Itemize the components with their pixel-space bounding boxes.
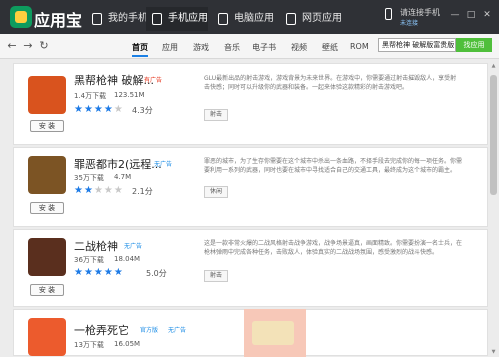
app-icon-3[interactable]: [28, 238, 66, 276]
refresh-icon[interactable]: ↻: [38, 40, 50, 52]
search-button[interactable]: 找应用: [456, 38, 492, 52]
app-size: 123.51M: [114, 91, 145, 99]
cat-rom[interactable]: ROM: [350, 42, 369, 51]
rating-stars: ★★★★★: [74, 104, 124, 115]
rating-score: 2.1分: [132, 187, 153, 196]
ad-badge: 无广告: [124, 243, 143, 250]
connect-phone-icon[interactable]: [385, 8, 392, 20]
app-title: 应用宝: [34, 11, 83, 30]
back-icon[interactable]: ←: [6, 40, 18, 52]
app-size: 18.04M: [114, 255, 141, 263]
app-name[interactable]: 二战枪神: [74, 238, 118, 254]
scrollbar-thumb[interactable]: [490, 75, 497, 195]
ad-badge: 无广告: [154, 161, 173, 168]
app-logo-icon: [10, 6, 32, 28]
phone-apps-icon: [152, 13, 162, 25]
download-count: 36万下载: [74, 256, 104, 264]
close-icon[interactable]: ✕: [482, 10, 492, 20]
app-icon-4[interactable]: [28, 318, 66, 356]
tab-my-phone[interactable]: 我的手机: [86, 7, 148, 31]
category-tag[interactable]: 休闲: [204, 186, 229, 198]
app-name[interactable]: 罪恶都市2(远程...: [74, 156, 162, 172]
rating-score: 4.3分: [132, 106, 153, 115]
tab-phone-apps[interactable]: 手机应用: [146, 7, 208, 31]
connect-phone-status: 未连接: [400, 20, 419, 27]
tab-my-phone-label: 我的手机: [108, 13, 148, 24]
tab-pc-apps-label: 电脑应用: [234, 13, 274, 24]
download-count: 1.4万下载: [74, 92, 107, 100]
ad-badge: 有广告: [144, 77, 163, 84]
scroll-down-icon[interactable]: ▼: [490, 349, 497, 355]
cat-home[interactable]: 首页: [132, 42, 148, 57]
search-input[interactable]: 黑帮枪神 破解版富贵版: [378, 38, 456, 52]
cat-games[interactable]: 游戏: [193, 42, 209, 53]
download-count: 35万下载: [74, 174, 104, 182]
ad-badge: 无广告: [168, 327, 187, 334]
app-description: 罪恶的城市，为了生存你需要在这个城市中杀出一条血路，不择手段去完成你的每一项任务…: [204, 158, 463, 174]
web-icon: [286, 13, 296, 25]
phone-icon: [92, 13, 102, 25]
app-description: 这是一款非常火爆的二战风格射击战争游戏，战争场景逼真，画面精致。你需要扮演一名士…: [204, 240, 463, 256]
app-size: 16.05M: [114, 340, 141, 348]
scroll-up-icon[interactable]: ▲: [490, 63, 497, 69]
rating-stars: ★★★★★: [74, 267, 124, 278]
tab-phone-apps-label: 手机应用: [168, 13, 208, 24]
forward-icon[interactable]: →: [22, 40, 34, 52]
list-item[interactable]: 安 装 罪恶都市2(远程... 无广告 35万下载 4.7M ★★★★★ 2.1…: [13, 147, 488, 227]
toolbar: ← → ↻ 首页 应用 游戏 音乐 电子书 视频 壁纸 ROM 黑帮枪神 破解版…: [0, 34, 499, 59]
install-button[interactable]: 安 装: [30, 284, 64, 296]
list-item[interactable]: 安 装 黑帮枪神 破解... 有广告 1.4万下载 123.51M ★★★★★ …: [13, 63, 488, 145]
cat-ebooks[interactable]: 电子书: [252, 42, 276, 53]
app-name[interactable]: 一枪弄死它: [74, 322, 129, 338]
cat-wallpaper[interactable]: 壁纸: [322, 42, 338, 53]
app-icon-1[interactable]: [28, 76, 66, 114]
tab-web-apps[interactable]: 网页应用: [280, 7, 342, 31]
minimize-icon[interactable]: —: [450, 10, 460, 20]
cat-video[interactable]: 视频: [291, 42, 307, 53]
install-button[interactable]: 安 装: [30, 202, 64, 214]
app-size: 4.7M: [114, 173, 132, 181]
title-bar: 应用宝 我的手机 手机应用 电脑应用 网页应用 请连接手机 未连接 — □ ✕: [0, 0, 499, 34]
official-badge: 官方版: [140, 327, 159, 334]
rating-stars: ★★★★★: [74, 185, 124, 196]
app-description: GLU最新出品的射击游戏，游戏背景为未来世界。在游戏中，你需要通过射击摧毁敌人，…: [204, 75, 457, 91]
app-list: 安 装 黑帮枪神 破解... 有广告 1.4万下载 123.51M ★★★★★ …: [0, 59, 499, 357]
monitor-icon: [218, 13, 228, 25]
app-screenshot-preview[interactable]: [244, 309, 306, 357]
category-tag[interactable]: 射击: [204, 109, 229, 121]
cat-music[interactable]: 音乐: [224, 42, 240, 53]
list-item[interactable]: 安 装 二战枪神 无广告 36万下载 18.04M ★★★★★ 5.0分 这是一…: [13, 229, 488, 307]
app-icon-2[interactable]: [28, 156, 66, 194]
rating-score: 5.0分: [146, 269, 167, 278]
connect-phone-link[interactable]: 请连接手机: [400, 7, 440, 18]
cat-apps[interactable]: 应用: [162, 42, 178, 53]
category-tag[interactable]: 射击: [204, 270, 229, 282]
install-button[interactable]: 安 装: [30, 120, 64, 132]
maximize-icon[interactable]: □: [466, 10, 476, 20]
tab-pc-apps[interactable]: 电脑应用: [212, 7, 274, 31]
tab-web-apps-label: 网页应用: [302, 13, 342, 24]
download-count: 13万下载: [74, 341, 104, 349]
